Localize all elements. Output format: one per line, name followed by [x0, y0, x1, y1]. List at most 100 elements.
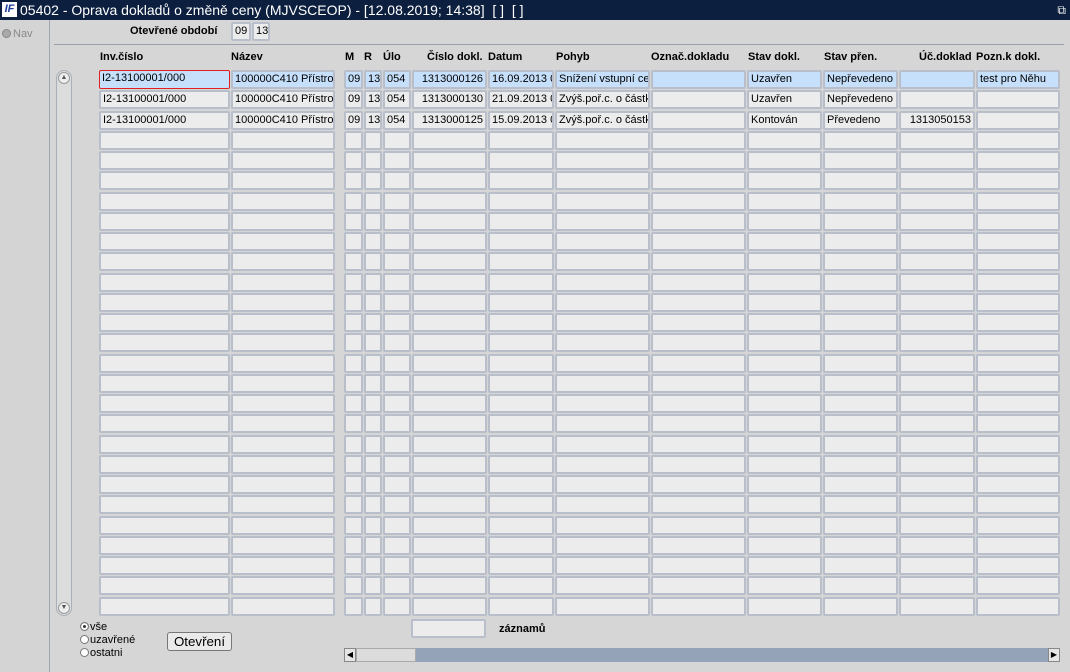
cell-nazev[interactable]: [231, 211, 335, 231]
filter-radio-2[interactable]: ostatni: [80, 647, 122, 659]
cell-uc-doklad[interactable]: [899, 596, 975, 616]
cell-r[interactable]: [364, 353, 382, 373]
cell-pohyb[interactable]: [555, 151, 650, 170]
cell-pozn-k-dokl[interactable]: [976, 515, 1060, 535]
cell-inv-cislo[interactable]: [99, 556, 230, 575]
cell-pohyb[interactable]: [555, 596, 650, 616]
cell-pohyb[interactable]: [555, 292, 650, 312]
cell-m[interactable]: [344, 373, 363, 393]
scroll-down-icon[interactable]: ▼: [58, 602, 70, 614]
cell-stav-dokl[interactable]: [747, 576, 822, 596]
cell-uc-doklad[interactable]: [899, 313, 975, 332]
cell-stav-pren[interactable]: [823, 475, 898, 494]
cell-inv-cislo[interactable]: I2-13100001/000: [99, 70, 230, 89]
cell-m[interactable]: [344, 272, 363, 292]
cell-cislo-dokl[interactable]: [412, 130, 487, 150]
cell-datum[interactable]: 16.09.2013 0: [488, 70, 554, 89]
cell-stav-dokl[interactable]: [747, 556, 822, 575]
cell-uc-doklad[interactable]: [899, 434, 975, 454]
cell-stav-dokl[interactable]: [747, 272, 822, 292]
horizontal-scrollbar[interactable]: ◀ ▶: [344, 648, 1060, 662]
cell-oznac-dokladu[interactable]: [651, 130, 746, 150]
cell-cislo-dokl[interactable]: [412, 454, 487, 474]
cell-pozn-k-dokl[interactable]: [976, 454, 1060, 474]
cell-r[interactable]: [364, 596, 382, 616]
cell-oznac-dokladu[interactable]: [651, 272, 746, 292]
cell-datum[interactable]: [488, 151, 554, 170]
cell-r[interactable]: [364, 515, 382, 535]
cell-cislo-dokl[interactable]: [412, 232, 487, 251]
cell-stav-pren[interactable]: Převedeno: [823, 110, 898, 130]
cell-stav-dokl[interactable]: [747, 414, 822, 434]
cell-datum[interactable]: [488, 515, 554, 535]
cell-r[interactable]: [364, 535, 382, 555]
cell-inv-cislo[interactable]: I2-13100001/000: [99, 90, 230, 110]
cell-m[interactable]: [344, 576, 363, 596]
cell-r[interactable]: [364, 414, 382, 434]
cell-stav-pren[interactable]: [823, 414, 898, 434]
cell-pozn-k-dokl[interactable]: [976, 414, 1060, 434]
cell-ulo[interactable]: [383, 292, 411, 312]
cell-stav-pren[interactable]: [823, 313, 898, 332]
cell-m[interactable]: [344, 414, 363, 434]
cell-stav-dokl[interactable]: [747, 130, 822, 150]
scroll-right-icon[interactable]: ▶: [1048, 648, 1060, 662]
cell-pozn-k-dokl[interactable]: [976, 475, 1060, 494]
cell-datum[interactable]: [488, 414, 554, 434]
cell-ulo[interactable]: [383, 414, 411, 434]
cell-oznac-dokladu[interactable]: [651, 171, 746, 191]
cell-uc-doklad[interactable]: [899, 333, 975, 353]
cell-nazev[interactable]: [231, 151, 335, 170]
cell-cislo-dokl[interactable]: [412, 576, 487, 596]
cell-ulo[interactable]: [383, 333, 411, 353]
period-month-field[interactable]: 09: [231, 22, 251, 41]
cell-datum[interactable]: 15.09.2013 0: [488, 110, 554, 130]
cell-inv-cislo[interactable]: [99, 232, 230, 251]
cell-pohyb[interactable]: [555, 130, 650, 150]
cell-cislo-dokl[interactable]: 1313000125: [412, 110, 487, 130]
cell-m[interactable]: [344, 232, 363, 251]
cell-datum[interactable]: [488, 373, 554, 393]
cell-m[interactable]: [344, 434, 363, 454]
cell-pozn-k-dokl[interactable]: test pro Něhu: [976, 70, 1060, 89]
cell-pozn-k-dokl[interactable]: [976, 151, 1060, 170]
cell-stav-dokl[interactable]: [747, 191, 822, 211]
cell-cislo-dokl[interactable]: [412, 596, 487, 616]
cell-inv-cislo[interactable]: [99, 535, 230, 555]
cell-m[interactable]: [344, 151, 363, 170]
cell-oznac-dokladu[interactable]: [651, 353, 746, 373]
cell-r[interactable]: [364, 151, 382, 170]
cell-pohyb[interactable]: [555, 556, 650, 575]
cell-r[interactable]: [364, 232, 382, 251]
cell-inv-cislo[interactable]: [99, 414, 230, 434]
cell-nazev[interactable]: [231, 495, 335, 515]
cell-stav-pren[interactable]: [823, 596, 898, 616]
cell-cislo-dokl[interactable]: [412, 333, 487, 353]
cell-datum[interactable]: [488, 535, 554, 555]
cell-oznac-dokladu[interactable]: [651, 434, 746, 454]
cell-cislo-dokl[interactable]: [412, 556, 487, 575]
cell-stav-pren[interactable]: [823, 191, 898, 211]
cell-r[interactable]: [364, 556, 382, 575]
cell-datum[interactable]: [488, 232, 554, 251]
cell-nazev[interactable]: [231, 475, 335, 494]
cell-ulo[interactable]: [383, 515, 411, 535]
cell-ulo[interactable]: 054: [383, 90, 411, 110]
cell-ulo[interactable]: [383, 454, 411, 474]
cell-cislo-dokl[interactable]: [412, 252, 487, 272]
cell-r[interactable]: [364, 313, 382, 332]
cell-pozn-k-dokl[interactable]: [976, 495, 1060, 515]
cell-cislo-dokl[interactable]: [412, 191, 487, 211]
cell-stav-dokl[interactable]: [747, 394, 822, 413]
cell-pohyb[interactable]: Zvýš.poř.c. o částku: [555, 90, 650, 110]
cell-datum[interactable]: [488, 495, 554, 515]
cell-m[interactable]: [344, 191, 363, 211]
cell-nazev[interactable]: [231, 130, 335, 150]
cell-nazev[interactable]: [231, 292, 335, 312]
cell-pohyb[interactable]: [555, 515, 650, 535]
cell-m[interactable]: [344, 535, 363, 555]
cell-uc-doklad[interactable]: [899, 495, 975, 515]
cell-datum[interactable]: [488, 475, 554, 494]
cell-pozn-k-dokl[interactable]: [976, 313, 1060, 332]
cell-stav-pren[interactable]: [823, 454, 898, 474]
